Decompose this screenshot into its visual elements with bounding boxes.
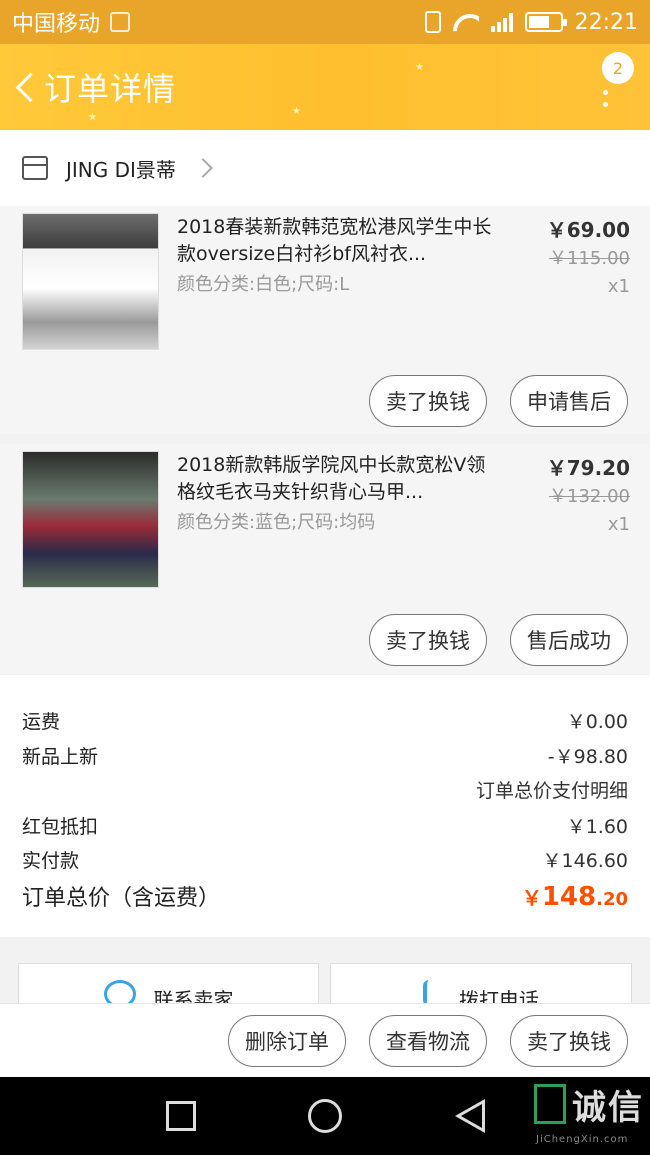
product-quantity: x1 — [607, 514, 630, 535]
product-price: ￥69.00 — [546, 218, 630, 242]
order-item[interactable]: 2018春装新款韩范宽松港风学生中长款oversize白衬衫bf风衬衣... 颜… — [0, 206, 650, 434]
product-original-price: ￥115.00 — [549, 248, 630, 269]
contact-seller-button[interactable]: 联系卖家 — [18, 963, 319, 1005]
order-item[interactable]: 2018新款韩版学院风中长款宽松V领格纹毛衣马夹针织背心马甲... 颜色分类:蓝… — [0, 444, 650, 674]
recent-apps-icon[interactable] — [166, 1101, 196, 1131]
shipping-label: 运费 — [22, 711, 61, 733]
total-label: 订单总价（含运费） — [22, 886, 221, 911]
shop-row[interactable]: JING DI景蒂 — [0, 130, 650, 206]
battery-icon — [524, 12, 567, 32]
redpack-value: ￥1.60 — [566, 816, 628, 838]
total-decimal: .20 — [596, 889, 628, 910]
watermark-box-icon — [534, 1084, 566, 1124]
vibrate-icon — [424, 11, 441, 33]
call-button[interactable]: 拨打电话 — [330, 963, 632, 1005]
chevron-right-icon — [193, 158, 213, 178]
redpack-label: 红包抵扣 — [22, 816, 99, 838]
apply-after-sale-button[interactable]: 申请售后 — [510, 375, 628, 427]
payment-detail-link[interactable]: 订单总价支付明细 — [476, 776, 628, 803]
watermark-text: 诚信 — [572, 1088, 644, 1128]
order-summary: 运费 ￥0.00 新品上新 -￥98.80 订单总价支付明细 红包抵扣 ￥1.6… — [0, 675, 650, 937]
promo-value: -￥98.80 — [547, 746, 628, 768]
wifi-icon — [453, 12, 479, 32]
total-row: 订单总价（含运费） ￥148.20 — [22, 880, 628, 912]
resell-button[interactable]: 卖了换钱 — [369, 375, 487, 427]
shipping-value: ￥0.00 — [566, 711, 628, 733]
total-integer: 148 — [541, 882, 597, 912]
product-thumbnail[interactable] — [22, 213, 159, 350]
product-title[interactable]: 2018新款韩版学院风中长款宽松V领格纹毛衣马夹针织背心马甲... — [177, 452, 493, 506]
shop-name: JING DI景蒂 — [66, 157, 176, 182]
notification-icon — [110, 12, 131, 32]
sparkle-icon: ★ — [292, 106, 301, 117]
paid-value: ￥146.60 — [542, 850, 628, 872]
product-quantity: x1 — [607, 276, 630, 297]
resell-button[interactable]: 卖了换钱 — [369, 614, 487, 666]
status-bar: 中国移动 22:21 — [0, 0, 650, 44]
product-price: ￥79.20 — [546, 456, 630, 480]
paid-row: 实付款 ￥146.60 — [22, 846, 628, 873]
bottom-action-bar: 删除订单 查看物流 卖了换钱 — [0, 1003, 650, 1077]
phone-icon — [423, 980, 441, 1005]
back-arrow-icon[interactable] — [12, 67, 40, 107]
delete-order-button[interactable]: 删除订单 — [228, 1015, 346, 1067]
home-icon[interactable] — [308, 1099, 342, 1133]
paid-label: 实付款 — [22, 850, 80, 872]
total-amount: ￥148.20 — [522, 882, 628, 912]
carrier-label: 中国移动 — [12, 12, 101, 37]
view-logistics-button[interactable]: 查看物流 — [369, 1015, 487, 1067]
clock: 22:21 — [574, 9, 638, 35]
total-currency: ￥ — [521, 886, 542, 910]
resell-button[interactable]: 卖了换钱 — [510, 1015, 628, 1067]
promo-row: 新品上新 -￥98.80 — [22, 742, 628, 769]
call-label: 拨打电话 — [459, 988, 539, 1005]
redpack-row: 红包抵扣 ￥1.60 — [22, 812, 628, 839]
product-sku: 颜色分类:蓝色;尺码:均码 — [177, 512, 376, 533]
watermark-logo: 诚信 JiChengXin.com — [532, 1080, 647, 1152]
watermark-sub: JiChengXin.com — [536, 1134, 629, 1145]
store-icon — [22, 156, 48, 180]
product-title[interactable]: 2018春装新款韩范宽松港风学生中长款oversize白衬衫bf风衬衣... — [177, 214, 493, 268]
message-badge[interactable]: 2 — [602, 52, 634, 84]
after-sale-success-button[interactable]: 售后成功 — [510, 614, 628, 666]
signal-icon — [490, 12, 513, 32]
product-original-price: ￥132.00 — [549, 486, 630, 507]
contact-seller-label: 联系卖家 — [153, 988, 234, 1005]
back-triangle-icon[interactable] — [455, 1099, 485, 1133]
app-header: 订单详情 ★ ★ ★ 2 — [0, 44, 650, 130]
sparkle-icon: ★ — [415, 62, 424, 73]
promo-label: 新品上新 — [22, 746, 99, 768]
page-title: 订单详情 — [44, 70, 177, 108]
shipping-row: 运费 ￥0.00 — [22, 707, 628, 734]
product-sku: 颜色分类:白色;尺码:L — [177, 274, 350, 295]
chat-icon — [103, 980, 136, 1005]
product-thumbnail[interactable] — [22, 451, 159, 588]
sparkle-icon: ★ — [88, 112, 97, 123]
